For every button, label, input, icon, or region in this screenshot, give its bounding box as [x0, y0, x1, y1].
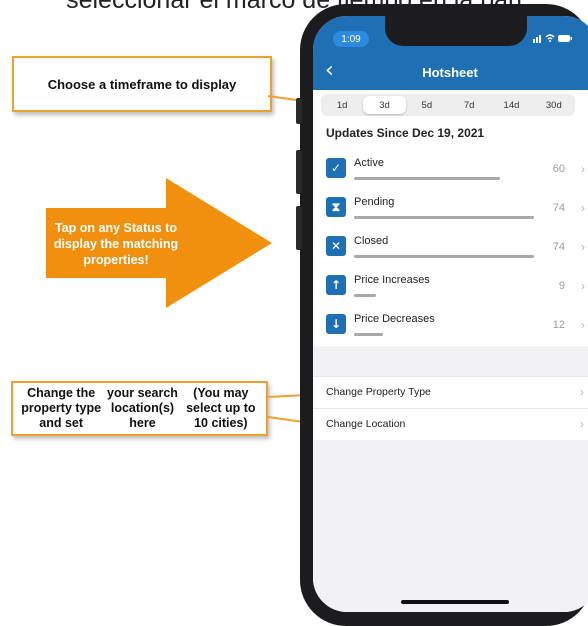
- status-time: 1:09: [333, 31, 369, 47]
- property-callout-line-2: your search location(s) here: [107, 386, 178, 430]
- status-label: Price Decreases: [354, 313, 435, 325]
- status-bar: [354, 333, 534, 336]
- phone-side-button: [296, 98, 302, 124]
- status-callout-line-1: Tap on any Status to: [55, 221, 177, 235]
- status-bar: [354, 216, 534, 219]
- status-list: ✓ Active 60 › ⧗ Pending 74 › ✕ Closed 74…: [325, 155, 587, 350]
- tab-3d[interactable]: 3d: [363, 96, 406, 114]
- hourglass-icon: ⧗: [326, 197, 346, 217]
- chevron-right-icon: ›: [581, 279, 585, 293]
- arrow-up-icon: ↑: [326, 275, 346, 295]
- status-callout-line-2: display the matching: [53, 237, 179, 251]
- status-callout-line-3: properties!: [83, 253, 149, 267]
- property-callout: Change the property type and set your se…: [11, 381, 268, 436]
- status-callout: Tap on any Status to display the matchin…: [50, 220, 182, 268]
- chevron-right-icon: ›: [581, 201, 585, 215]
- settings-label: Change Property Type: [326, 386, 431, 398]
- status-row-pending[interactable]: ⧗ Pending 74 ›: [325, 194, 587, 233]
- tab-1d[interactable]: 1d: [321, 94, 363, 116]
- status-icons: [533, 33, 573, 45]
- status-count: 60: [552, 163, 565, 175]
- status-bar-fill: [354, 177, 500, 180]
- status-bar-fill: [354, 333, 383, 336]
- chevron-right-icon: ›: [581, 240, 585, 254]
- tab-14d[interactable]: 14d: [490, 94, 532, 116]
- phone-screen: 1:09 ‹ Hotsheet 1d 3d 5d 7d 14d 30d Upda…: [313, 16, 588, 612]
- phone-volume-up-button: [296, 150, 302, 194]
- chevron-right-icon: ›: [581, 162, 585, 176]
- status-label: Price Increases: [354, 274, 430, 286]
- updates-title: Updates Since Dec 19, 2021: [326, 126, 485, 140]
- section-divider: [313, 346, 588, 376]
- check-icon: ✓: [326, 158, 346, 178]
- settings-label: Change Location: [326, 418, 406, 430]
- status-row-price-increases[interactable]: ↑ Price Increases 9 ›: [325, 272, 587, 311]
- tab-7d[interactable]: 7d: [448, 94, 490, 116]
- settings-list: Change Property Type › Change Location ›: [313, 376, 588, 441]
- app-header: 1:09 ‹ Hotsheet: [313, 16, 588, 90]
- phone-notch: [385, 16, 527, 46]
- status-count: 74: [552, 241, 565, 253]
- status-bar: [354, 177, 534, 180]
- status-label: Pending: [354, 196, 395, 208]
- home-indicator[interactable]: [401, 600, 509, 604]
- arrow-down-icon: ↓: [326, 314, 346, 334]
- signal-wifi-battery-icon: [533, 34, 572, 43]
- timeframe-tabs: 1d 3d 5d 7d 14d 30d: [321, 94, 575, 116]
- property-callout-line-1: Change the property type and set: [21, 386, 102, 430]
- status-count: 74: [552, 202, 565, 214]
- change-location-row[interactable]: Change Location ›: [313, 408, 588, 441]
- status-row-price-decreases[interactable]: ↓ Price Decreases 12 ›: [325, 311, 587, 350]
- status-bar-fill: [354, 255, 534, 258]
- status-count: 12: [552, 319, 565, 331]
- property-callout-line-3: (You may select up to 10 cities): [186, 386, 256, 430]
- timeframe-callout: Choose a timeframe to display: [12, 56, 272, 112]
- status-label: Active: [354, 157, 384, 169]
- status-bar: [354, 255, 534, 258]
- empty-area: [313, 440, 588, 612]
- tab-5d[interactable]: 5d: [406, 94, 448, 116]
- status-row-active[interactable]: ✓ Active 60 ›: [325, 155, 587, 194]
- change-property-type-row[interactable]: Change Property Type ›: [313, 376, 588, 408]
- phone-volume-down-button: [296, 206, 302, 250]
- tab-30d[interactable]: 30d: [533, 94, 575, 116]
- chevron-right-icon: ›: [580, 417, 584, 431]
- status-count: 9: [558, 280, 565, 292]
- status-bar-fill: [354, 294, 376, 297]
- page-title: Hotsheet: [422, 65, 478, 80]
- chevron-right-icon: ›: [581, 318, 585, 332]
- status-bar-fill: [354, 216, 534, 219]
- status-bar: [354, 294, 534, 297]
- status-row-closed[interactable]: ✕ Closed 74 ›: [325, 233, 587, 272]
- status-label: Closed: [354, 235, 389, 247]
- chevron-right-icon: ›: [580, 385, 584, 399]
- close-icon: ✕: [326, 236, 346, 256]
